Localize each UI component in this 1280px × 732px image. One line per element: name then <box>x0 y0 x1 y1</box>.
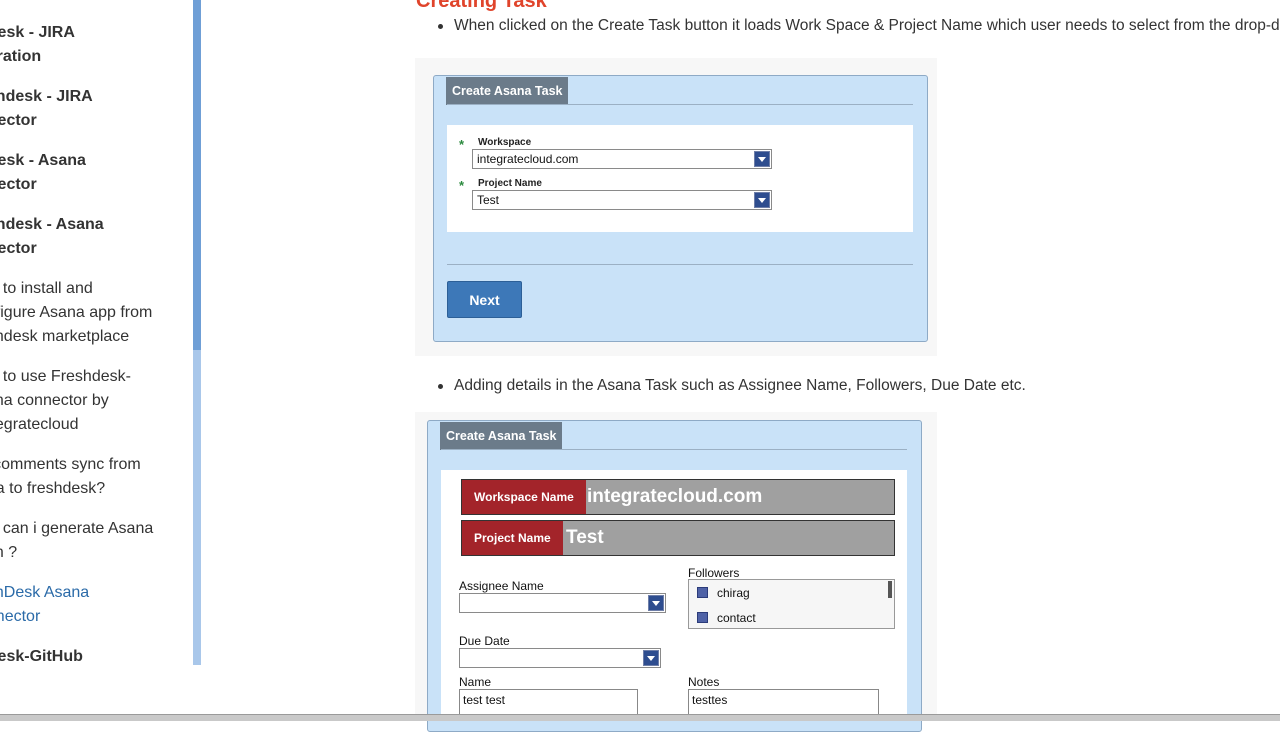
sidebar-item-label: egration <box>0 48 42 65</box>
name-field-value: test test <box>463 693 506 707</box>
project-name-key: Project Name <box>462 521 563 555</box>
assignee-label: Assignee Name <box>459 579 544 593</box>
workspace-name-value: integratecloud.com <box>587 486 763 507</box>
sidebar-item-comments-sync[interactable]: ill comments sync from ana to freshdesk? <box>0 453 178 501</box>
notes-label: Notes <box>688 675 720 689</box>
chevron-down-icon[interactable] <box>754 192 770 208</box>
follower-name: contact <box>717 611 756 625</box>
assignee-select[interactable] <box>459 593 666 613</box>
sidebar-item-install-asana-app[interactable]: ow to install and onfigure Asana app fro… <box>0 277 178 349</box>
bullet-dot <box>438 24 443 29</box>
workspace-select[interactable]: integratecloud.com <box>472 149 772 169</box>
sidebar-nav: ndesk - JIRA egration eshdesk - JIRA nne… <box>0 0 193 665</box>
sidebar-item-use-connector[interactable]: ow to use Freshdesk- sana connector by i… <box>0 365 178 437</box>
sidebar-item-label: eshDesk Asana <box>0 584 90 601</box>
workspace-name-key: Workspace Name <box>462 480 586 514</box>
sidebar-item-label: sana connector by <box>0 392 109 409</box>
sidebar-item-label: nnector <box>0 240 37 257</box>
sidebar-item-zendesk-jira[interactable]: ndesk - JIRA egration <box>0 21 178 69</box>
chevron-down-icon[interactable] <box>648 595 664 611</box>
sidebar-item-label: ill comments sync from <box>0 456 141 473</box>
checkbox-icon[interactable] <box>697 587 708 598</box>
sidebar-item-freshdesk-asana[interactable]: eshdesk - Asana nnector <box>0 213 178 261</box>
project-name-value: Test <box>566 527 604 548</box>
sidebar-item-label: ndesk-GitHub <box>0 648 83 665</box>
project-name-row: Project Name Test <box>461 520 895 556</box>
sidebar-scrollbar-thumb[interactable] <box>193 0 201 350</box>
workspace-label: Workspace <box>478 137 532 148</box>
workspace-name-row: Workspace Name integratecloud.com <box>461 479 895 515</box>
due-date-label: Due Date <box>459 634 510 648</box>
sidebar-item-label: ken ? <box>0 544 18 561</box>
followers-list[interactable]: chirag contact <box>688 579 895 629</box>
sidebar-item-label: ow to use Freshdesk- <box>0 368 131 385</box>
sidebar-item-label: nnector <box>0 176 37 193</box>
sidebar-item-zendesk-asana[interactable]: ndesk - Asana nnector <box>0 149 178 197</box>
section-heading: Creating Task <box>416 0 547 12</box>
followers-scrollbar[interactable] <box>888 581 892 598</box>
sidebar-item-label: nnector <box>0 112 37 129</box>
chevron-down-icon[interactable] <box>643 650 659 666</box>
panel-divider <box>447 264 913 265</box>
follower-name: chirag <box>717 586 750 600</box>
sidebar-item-label: eshdesk - JIRA <box>0 88 93 105</box>
project-name-select[interactable]: Test <box>472 190 772 210</box>
sidebar-item-label: ow to install and <box>0 280 93 297</box>
name-label: Name <box>459 675 492 689</box>
panel-divider <box>447 104 913 105</box>
bullet-dot <box>438 384 443 389</box>
sidebar-scrollbar[interactable] <box>193 0 201 665</box>
required-marker: * <box>459 178 465 193</box>
checkbox-icon[interactable] <box>697 612 708 623</box>
project-name-label: Project Name <box>478 178 542 189</box>
chevron-down-icon[interactable] <box>754 151 770 167</box>
sidebar-item-freshdesk-jira[interactable]: eshdesk - JIRA nnector <box>0 85 178 133</box>
workspace-select-value: integratecloud.com <box>477 152 579 166</box>
sidebar-item-label: ana to freshdesk? <box>0 480 106 497</box>
panel-divider <box>441 449 907 450</box>
sidebar-item-label: onfigure Asana app from <box>0 304 153 321</box>
next-button[interactable]: Next <box>447 281 522 318</box>
sidebar-item-label: ndesk - Asana <box>0 152 86 169</box>
sidebar-item-label: ow can i generate Asana <box>0 520 154 537</box>
followers-label: Followers <box>688 566 740 580</box>
project-select-value: Test <box>477 193 500 207</box>
sidebar-item-label: ndesk - JIRA <box>0 24 75 41</box>
bullet-text: When clicked on the Create Task button i… <box>454 17 1280 34</box>
sidebar-item-zendesk-github[interactable]: ndesk-GitHub <box>0 645 178 665</box>
sidebar-item-freshdesk-asana-connector[interactable]: eshDesk Asana onnector <box>0 581 178 629</box>
panel-tab-title: Create Asana Task <box>440 422 563 450</box>
sidebar-item-label: eshdesk - Asana <box>0 216 104 233</box>
sidebar-item-generate-token[interactable]: ow can i generate Asana ken ? <box>0 517 178 565</box>
sidebar-item-label: eshdesk marketplace <box>0 328 130 345</box>
bullet-text: Adding details in the Asana Task such as… <box>454 377 1026 394</box>
notes-field-value: testtes <box>692 693 728 707</box>
panel-tab-title: Create Asana Task <box>446 77 569 105</box>
sidebar-item-label: integratecloud <box>0 416 79 433</box>
sidebar-item-label: onnector <box>0 608 41 625</box>
required-marker: * <box>459 137 465 152</box>
due-date-select[interactable] <box>459 648 661 668</box>
